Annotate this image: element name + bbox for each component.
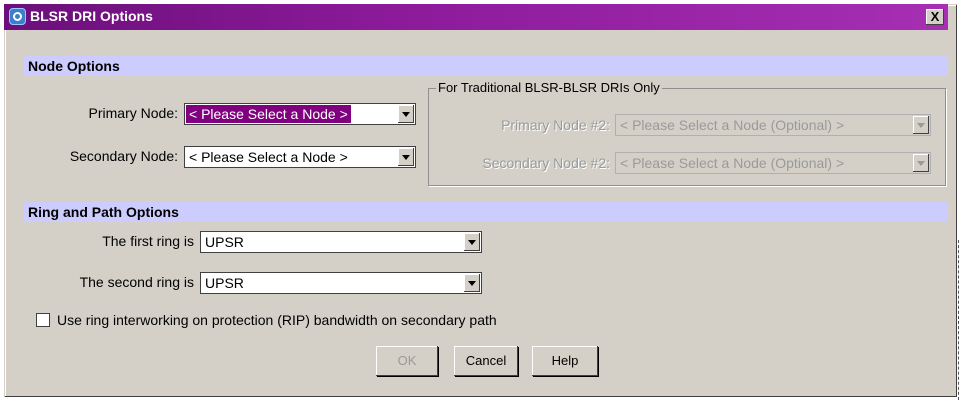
chevron-down-icon[interactable]: [464, 274, 480, 292]
rip-checkbox-label[interactable]: Use ring interworking on protection (RIP…: [57, 312, 497, 328]
help-button[interactable]: Help: [532, 346, 598, 376]
ok-button[interactable]: OK: [376, 346, 438, 376]
secondary-node-label: Secondary Node:: [69, 148, 178, 164]
primary-node-label: Primary Node:: [88, 105, 178, 121]
ring-path-options-header: Ring and Path Options: [24, 202, 948, 222]
second-ring-select[interactable]: UPSR: [200, 272, 482, 294]
cancel-button[interactable]: Cancel: [454, 346, 518, 376]
chevron-down-icon[interactable]: [398, 148, 414, 166]
first-ring-label: The first ring is: [102, 233, 194, 249]
secondary-node-select[interactable]: < Please Select a Node >: [184, 146, 416, 168]
close-button[interactable]: X: [926, 9, 944, 25]
first-ring-select[interactable]: UPSR: [200, 231, 482, 253]
rip-checkbox[interactable]: [36, 313, 50, 327]
second-ring-label: The second ring is: [79, 274, 194, 290]
chevron-down-icon[interactable]: [464, 233, 480, 251]
primary-node-2-label: Primary Node #2:: [501, 117, 610, 133]
chevron-down-icon[interactable]: [398, 105, 414, 123]
traditional-dri-legend: For Traditional BLSR-BLSR DRIs Only: [436, 80, 662, 95]
app-icon: [9, 8, 26, 25]
chevron-down-icon: [913, 154, 929, 172]
chevron-down-icon: [913, 116, 929, 134]
title-bar[interactable]: BLSR DRI Options X: [4, 4, 948, 30]
primary-node-2-select: < Please Select a Node (Optional) >: [615, 114, 931, 136]
primary-node-select[interactable]: < Please Select a Node >: [184, 103, 416, 125]
window-edge-divider: [958, 240, 959, 400]
secondary-node-2-label: Secondary Node #2:: [482, 155, 610, 171]
secondary-node-2-select: < Please Select a Node (Optional) >: [615, 152, 931, 174]
node-options-header: Node Options: [24, 56, 948, 76]
window-title: BLSR DRI Options: [30, 8, 153, 24]
